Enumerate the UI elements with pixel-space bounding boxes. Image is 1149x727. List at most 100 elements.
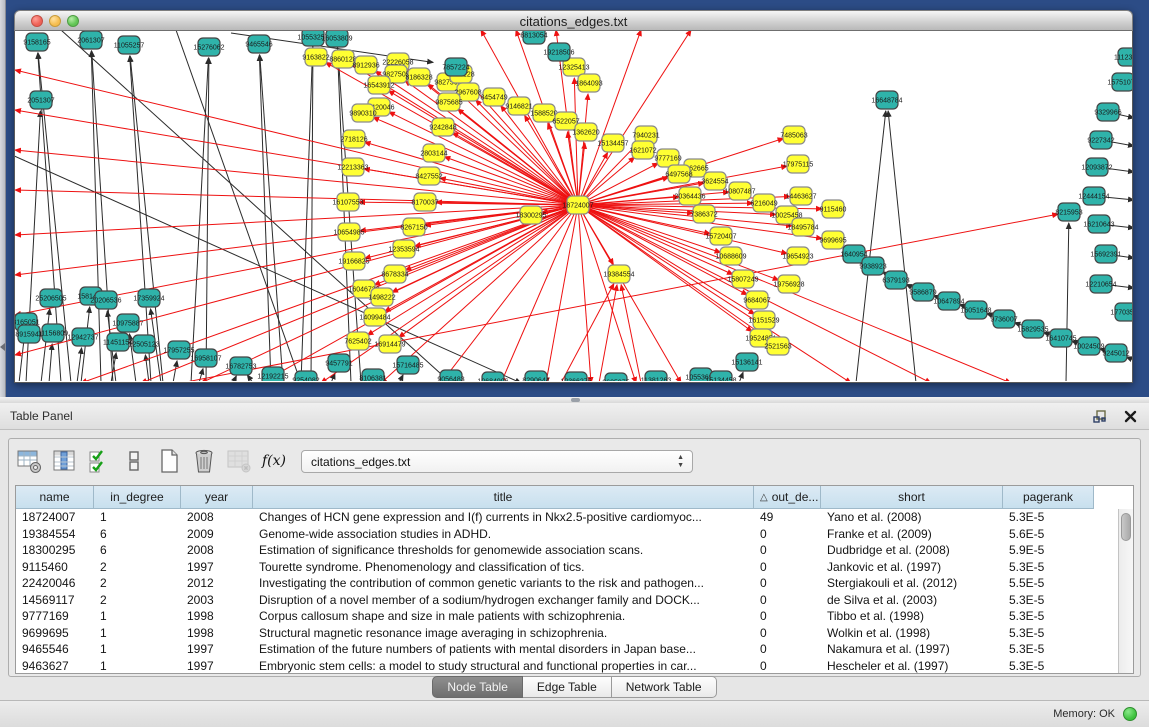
tab-node-table[interactable]: Node Table <box>432 676 523 698</box>
graph-node[interactable]: 9465546 <box>245 35 272 53</box>
graph-node[interactable]: 9245012 <box>1102 344 1129 362</box>
table-row[interactable]: 969969511998Structural magnetic resonanc… <box>16 625 1133 642</box>
column-header-out_de[interactable]: △out_de... <box>754 486 821 509</box>
graph-node[interactable]: 20206536 <box>90 291 121 309</box>
table-row[interactable]: 1938455462009Genome-wide association stu… <box>16 526 1133 543</box>
graph-node[interactable]: 9736007 <box>990 310 1017 328</box>
column-header-name[interactable]: name <box>16 486 94 509</box>
graph-node[interactable]: 19654923 <box>782 247 813 265</box>
graph-node[interactable]: 25206505 <box>35 289 66 307</box>
graph-node[interactable]: 9163822 <box>302 48 329 66</box>
graph-node[interactable]: 1362620 <box>572 123 599 141</box>
column-chooser-button[interactable] <box>50 447 78 475</box>
graph-node[interactable]: 6497568 <box>665 165 692 183</box>
graph-node[interactable]: 20364436 <box>674 187 705 205</box>
graph-node[interactable]: 10654985 <box>333 223 364 241</box>
graph-node[interactable]: 8912936 <box>352 56 379 74</box>
graph-node[interactable]: 16053809 <box>321 31 352 47</box>
vertical-scrollbar[interactable] <box>1118 509 1133 673</box>
graph-node[interactable]: 12505123 <box>128 335 159 353</box>
graph-node[interactable]: 16958107 <box>190 349 221 367</box>
graph-node[interactable]: 8454749 <box>480 88 507 106</box>
graph-node[interactable]: 7485063 <box>780 126 807 144</box>
graph-node[interactable]: 12366275 <box>560 372 591 381</box>
graph-node[interactable]: 6216049 <box>750 194 777 212</box>
delete-table-button[interactable] <box>190 447 218 475</box>
graph-node[interactable]: 15829535 <box>1017 320 1048 338</box>
new-file-button[interactable] <box>155 447 183 475</box>
graph-node[interactable]: 18300295 <box>515 206 546 224</box>
graph-node[interactable]: 18495784 <box>787 218 818 236</box>
show-selected-button[interactable] <box>120 447 148 475</box>
column-header-short[interactable]: short <box>821 486 1003 509</box>
graph-node[interactable]: 7386372 <box>690 205 717 223</box>
graph-node[interactable]: 9890310 <box>349 104 376 122</box>
graph-node[interactable]: 12213363 <box>337 158 368 176</box>
graph-node[interactable]: 10807487 <box>724 182 755 200</box>
tab-network-table[interactable]: Network Table <box>612 676 717 698</box>
graph-node[interactable]: 12444154 <box>1078 187 1109 205</box>
graph-node[interactable]: 18724007 <box>562 196 593 214</box>
graph-node[interactable]: 12210654 <box>1085 275 1116 293</box>
graph-node[interactable]: 10975887 <box>112 314 143 332</box>
graph-node[interactable]: 9457791 <box>325 354 352 372</box>
column-header-pagerank[interactable]: pagerank <box>1003 486 1094 509</box>
graph-node[interactable]: 9146821 <box>505 97 532 115</box>
graph-node[interactable]: 19384554 <box>603 265 634 283</box>
graph-node[interactable]: 9938923 <box>859 257 886 275</box>
graph-node[interactable]: 14463627 <box>785 187 816 205</box>
graph-node[interactable]: 9115460 <box>820 200 847 218</box>
table-row[interactable]: 1872400712008Changes of HCN gene express… <box>16 509 1133 526</box>
graph-node[interactable]: 15751074 <box>1107 73 1132 91</box>
graph-node[interactable]: 11381263 <box>641 371 672 381</box>
graph-node[interactable]: 1864093 <box>575 74 602 92</box>
network-canvas[interactable]: 1872400791638228860128891293622226058982… <box>14 31 1133 383</box>
table-selector[interactable]: citations_edges.txt▲▼ <box>301 450 693 473</box>
graph-node[interactable]: 7625402 <box>344 332 371 350</box>
graph-node[interactable]: 15716485 <box>392 356 423 374</box>
column-header-year[interactable]: year <box>181 486 253 509</box>
graph-node[interactable]: 17975115 <box>783 155 814 173</box>
graph-node[interactable]: 7857224 <box>442 58 469 76</box>
graph-node[interactable]: 12192215 <box>257 367 288 381</box>
graph-node[interactable]: 16151529 <box>748 311 779 329</box>
graph-node[interactable]: 16648784 <box>871 91 902 109</box>
float-panel-icon[interactable] <box>1091 407 1109 425</box>
graph-node[interactable]: 8290644 <box>522 371 549 381</box>
graph-node[interactable]: 16410745 <box>1045 329 1076 347</box>
graph-node[interactable]: 12353594 <box>388 240 419 258</box>
graph-node[interactable]: 16914479 <box>374 335 405 353</box>
graph-node[interactable]: 8215953 <box>1055 203 1082 221</box>
graph-node[interactable]: 16107553 <box>332 193 363 211</box>
graph-node[interactable]: 16051648 <box>960 301 991 319</box>
graph-node[interactable]: 8106381 <box>359 369 386 381</box>
graph-node[interactable]: 15136141 <box>731 353 762 371</box>
graph-node[interactable]: 2051307 <box>27 91 54 109</box>
scrollbar-thumb[interactable] <box>1121 513 1131 541</box>
graph-node[interactable]: 10684906 <box>477 372 508 381</box>
network-window-titlebar[interactable]: citations_edges.txt <box>14 10 1133 31</box>
graph-node[interactable]: 9254082 <box>292 371 319 381</box>
graph-node[interactable]: 15276062 <box>193 38 224 56</box>
graph-node[interactable]: 15807249 <box>727 270 758 288</box>
graph-node[interactable]: 16782753 <box>225 357 256 375</box>
graph-node[interactable]: 15134457 <box>597 134 628 152</box>
graph-node[interactable]: 8678334 <box>381 265 408 283</box>
graph-node[interactable]: 1621072 <box>629 141 656 159</box>
graph-node[interactable]: 11055257 <box>114 36 145 54</box>
graph-node[interactable]: 8813054 <box>520 31 547 44</box>
graph-node[interactable]: 6379193 <box>882 271 909 289</box>
graph-node[interactable]: 16210643 <box>1083 215 1114 233</box>
table-row[interactable]: 946362711997Embryonic stem cells: a mode… <box>16 658 1133 675</box>
graph-node[interactable]: 15692391 <box>1090 245 1121 263</box>
graph-node[interactable]: 19166825 <box>338 252 369 270</box>
graph-node[interactable]: 9056483 <box>437 370 464 381</box>
graph-node[interactable]: 9158165 <box>23 33 50 51</box>
graph-node[interactable]: 8170037 <box>411 193 438 211</box>
collapse-arrow-icon[interactable] <box>0 343 5 351</box>
graph-node[interactable]: 9699695 <box>819 231 846 249</box>
graph-node[interactable]: 10024509 <box>1073 337 1104 355</box>
graph-node[interactable]: 10688609 <box>715 247 746 265</box>
graph-node[interactable]: 2521563 <box>764 337 791 355</box>
graph-node[interactable]: 8267150 <box>400 218 427 236</box>
